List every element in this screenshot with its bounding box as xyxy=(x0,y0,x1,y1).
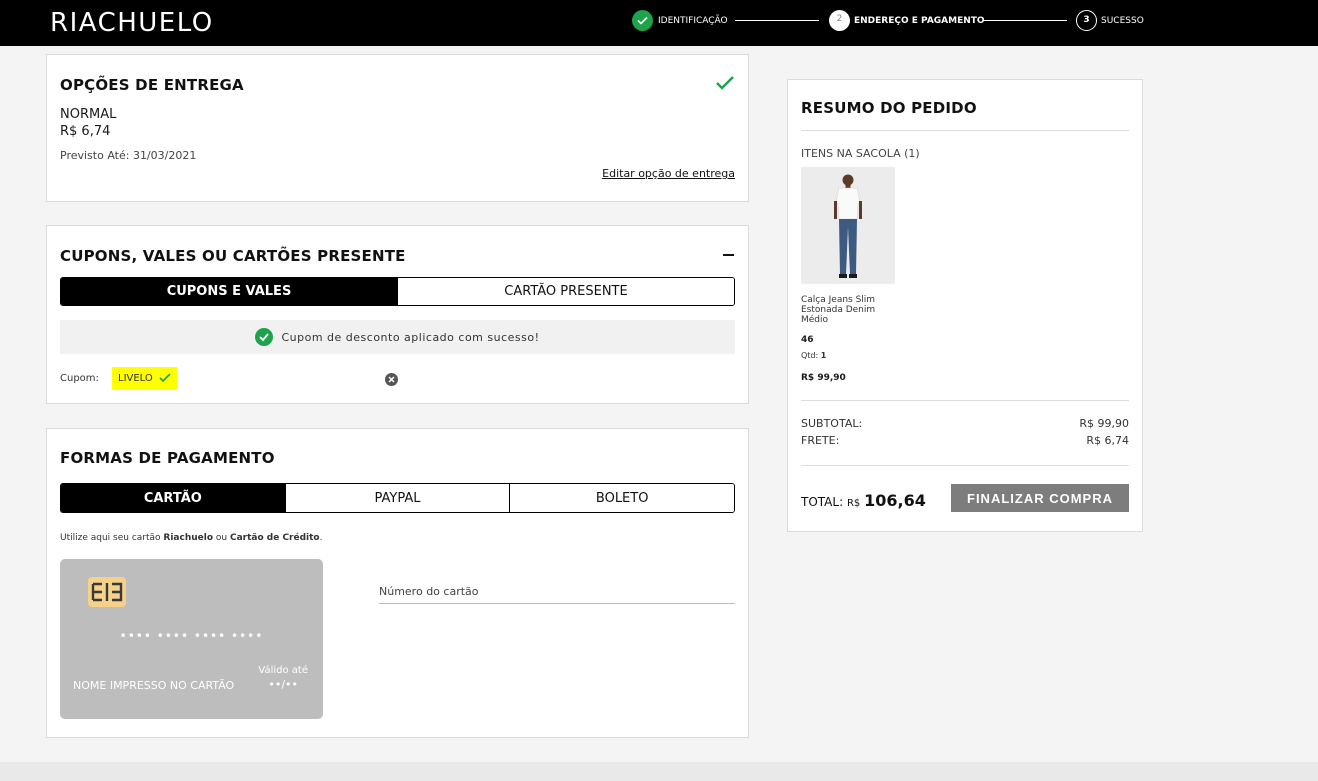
product-qty: Qtd: 1 xyxy=(801,351,826,360)
step-3-number: 3 xyxy=(1076,10,1097,31)
qty-value: 1 xyxy=(820,351,827,360)
step-divider xyxy=(983,20,1067,21)
delivery-forecast: Previsto Até: 31/03/2021 xyxy=(60,149,197,162)
tab-paypal[interactable]: PAYPAL xyxy=(284,484,510,512)
card-valid-value: ••/•• xyxy=(268,678,299,691)
delivery-options-panel: OPÇÕES DE ENTREGA NORMAL R$ 6,74 Previst… xyxy=(46,54,749,202)
hint-middle: ou xyxy=(213,533,230,543)
qty-label: Qtd: xyxy=(801,351,819,360)
payment-hint: Utilize aqui seu cartão Riachuelo ou Car… xyxy=(60,533,323,543)
shipping-value: R$ 6,74 xyxy=(1086,434,1129,447)
card-number-mask: •••• •••• •••• •••• xyxy=(119,629,264,643)
card-holder-name: NOME IMPRESSO NO CARTÃO xyxy=(73,679,235,692)
tab-boleto[interactable]: BOLETO xyxy=(509,484,734,512)
finalize-purchase-button[interactable]: FINALIZAR COMPRA xyxy=(951,484,1129,512)
product-price: R$ 99,90 xyxy=(801,373,846,383)
shipping-row: FRETE: R$ 6,74 xyxy=(801,434,1129,447)
edit-delivery-link[interactable]: Editar opção de entrega xyxy=(602,167,735,180)
product-size: 46 xyxy=(801,335,814,345)
card-number-field[interactable]: Número do cartão xyxy=(379,585,735,604)
success-check-icon xyxy=(255,328,274,346)
product-image[interactable] xyxy=(801,167,895,284)
riachuelo-logo[interactable]: RIACHUELO xyxy=(50,8,214,38)
delivery-option-price: R$ 6,74 xyxy=(60,124,111,139)
divider xyxy=(801,465,1129,466)
coupons-panel: CUPONS, VALES OU CARTÕES PRESENTE CUPONS… xyxy=(46,225,749,404)
tab-card[interactable]: CARTÃO xyxy=(61,484,285,512)
payment-tabs: CARTÃO PAYPAL BOLETO xyxy=(60,483,735,513)
divider xyxy=(801,130,1129,131)
coupon-check-icon xyxy=(159,373,171,383)
payment-panel: FORMAS DE PAGAMENTO CARTÃO PAYPAL BOLETO… xyxy=(46,428,749,738)
delivery-title: OPÇÕES DE ENTREGA xyxy=(60,76,244,94)
step-3-label: SUCESSO xyxy=(1101,16,1144,26)
shipping-label: FRETE: xyxy=(801,434,840,447)
step-2-number: 2 xyxy=(829,10,850,31)
step-1-label: IDENTIFICAÇÃO xyxy=(658,16,728,26)
card-chip-icon xyxy=(88,577,126,607)
step-divider xyxy=(735,20,819,21)
subtotal-label: SUBTOTAL: xyxy=(801,417,863,430)
step-2-label: ENDEREÇO E PAGAMENTO xyxy=(854,16,985,26)
divider xyxy=(801,400,1129,401)
coupon-success-text: Cupom de desconto aplicado com sucesso! xyxy=(281,330,540,344)
top-header: RIACHUELO IDENTIFICAÇÃO 2 ENDEREÇO E PAG… xyxy=(0,0,1318,46)
card-validity: Válido até ••/•• xyxy=(258,665,308,691)
coupon-tabs: CUPONS E VALES CARTÃO PRESENTE xyxy=(60,277,735,306)
subtotal-row: SUBTOTAL: R$ 99,90 xyxy=(801,417,1129,430)
summary-title: RESUMO DO PEDIDO xyxy=(801,99,977,117)
total-value: 106,64 xyxy=(864,491,926,510)
footer-strip xyxy=(0,762,1318,781)
subtotal-value: R$ 99,90 xyxy=(1079,417,1129,430)
hint-suffix: . xyxy=(319,533,323,543)
hint-brand: Riachuelo xyxy=(163,533,214,543)
payment-title: FORMAS DE PAGAMENTO xyxy=(60,449,275,467)
tab-coupons-vouchers[interactable]: CUPONS E VALES xyxy=(61,278,397,305)
card-valid-label: Válido até xyxy=(258,665,308,676)
coupons-title: CUPONS, VALES OU CARTÕES PRESENTE xyxy=(60,247,406,265)
bag-items-label: ITENS NA SACOLA (1) xyxy=(801,147,920,160)
step-1-done-icon xyxy=(632,10,653,31)
total-row: TOTAL: R$ 106,64 xyxy=(801,491,926,510)
tab-gift-card[interactable]: CARTÃO PRESENTE xyxy=(397,278,734,305)
total-label: TOTAL: xyxy=(801,495,844,509)
total-currency: R$ xyxy=(846,498,861,509)
coupon-success-message: Cupom de desconto aplicado com sucesso! xyxy=(60,320,735,354)
hint-prefix: Utilize aqui seu cartão xyxy=(60,533,164,543)
card-preview: •••• •••• •••• •••• NOME IMPRESSO NO CAR… xyxy=(60,559,323,719)
product-name: Calça Jeans Slim Estonada Denim Médio xyxy=(801,295,876,325)
delivery-complete-check-icon xyxy=(716,76,734,90)
remove-coupon-icon[interactable] xyxy=(385,373,398,386)
applied-coupon-tag: LIVELO xyxy=(112,367,177,389)
coupon-code: LIVELO xyxy=(118,372,153,384)
order-summary-panel: RESUMO DO PEDIDO ITENS NA SACOLA (1) Cal… xyxy=(787,79,1143,532)
coupon-label: Cupom: xyxy=(60,373,99,384)
delivery-option-name: NORMAL xyxy=(60,107,117,122)
hint-credit: Cartão de Crédito xyxy=(229,533,320,543)
collapse-minus-icon[interactable] xyxy=(723,254,734,256)
